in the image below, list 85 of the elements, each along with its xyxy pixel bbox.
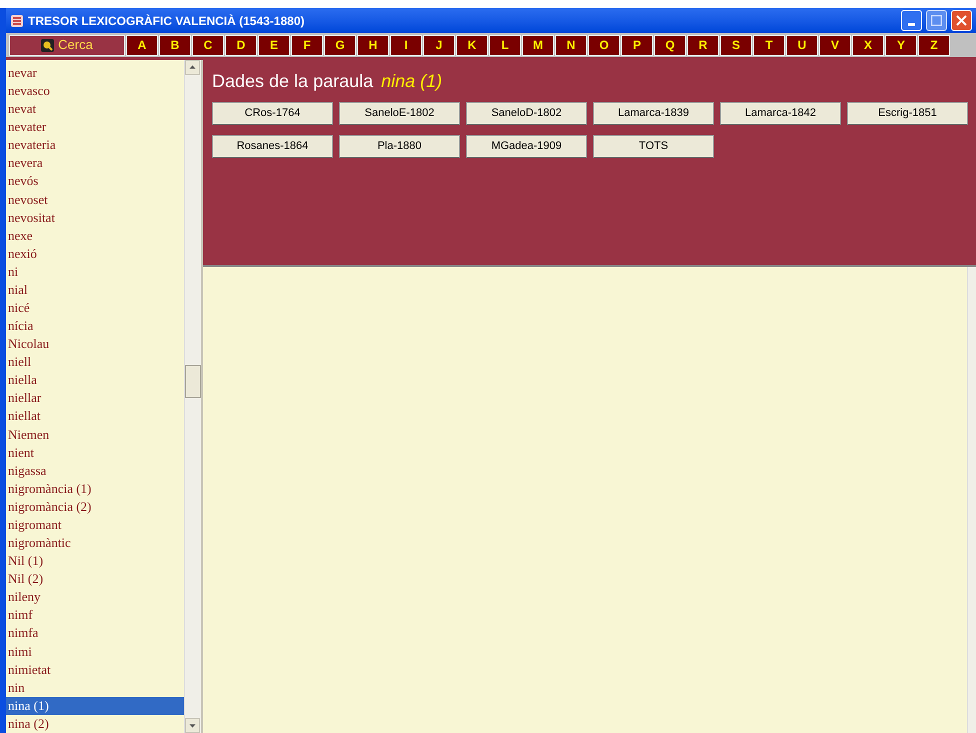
word-list-item[interactable]: niellar xyxy=(6,389,184,408)
letter-button[interactable]: U xyxy=(786,34,818,56)
word-list-item[interactable]: nimi xyxy=(6,642,184,661)
search-button[interactable]: Cerca xyxy=(9,34,125,56)
word-list-item[interactable]: ni xyxy=(6,262,184,281)
word-list-item[interactable]: nimf xyxy=(6,606,184,624)
word-list-item[interactable]: nevositat xyxy=(6,208,184,227)
letter-button[interactable]: F xyxy=(291,34,323,56)
word-list-item[interactable]: niell xyxy=(6,353,184,372)
word-list-item[interactable]: nexió xyxy=(6,244,184,263)
word-list-item[interactable]: nigromància (1) xyxy=(6,480,184,498)
word-list-item[interactable]: nevera xyxy=(6,154,184,172)
word-list-item[interactable]: Nil (2) xyxy=(6,570,184,588)
close-button[interactable] xyxy=(951,10,972,31)
selected-word: nina (1) xyxy=(381,70,442,93)
detail-heading: Dades de la paraula xyxy=(212,70,374,93)
word-list-item[interactable]: nin xyxy=(6,678,184,697)
word-list-item[interactable]: nevoset xyxy=(6,190,184,209)
source-button[interactable]: TOTS xyxy=(593,135,714,158)
letter-button[interactable]: B xyxy=(159,34,191,56)
letter-button[interactable]: K xyxy=(456,34,488,56)
letter-button[interactable]: D xyxy=(225,34,257,56)
word-list-item[interactable]: nevater xyxy=(6,118,184,136)
word-list-item[interactable]: nigromàntic xyxy=(6,534,184,552)
source-button[interactable]: SaneloE-1802 xyxy=(339,102,460,125)
letter-button[interactable]: Y xyxy=(885,34,917,56)
word-list-item[interactable]: nigromància (2) xyxy=(6,498,184,516)
minimize-button[interactable] xyxy=(901,10,922,31)
letter-button[interactable]: T xyxy=(753,34,785,56)
maximize-button[interactable] xyxy=(926,10,947,31)
app-icon xyxy=(10,14,24,28)
letter-button[interactable]: M xyxy=(522,34,554,56)
letter-button[interactable]: N xyxy=(555,34,587,56)
word-list-item[interactable]: nícia xyxy=(6,317,184,336)
word-list-item[interactable]: nevós xyxy=(6,172,184,191)
letter-button[interactable]: V xyxy=(819,34,851,56)
word-list-item[interactable]: Nil (1) xyxy=(6,552,184,570)
letter-button[interactable]: P xyxy=(621,34,653,56)
source-button[interactable]: Lamarca-1839 xyxy=(593,102,714,125)
letter-button[interactable]: C xyxy=(192,34,224,56)
source-button[interactable]: Rosanes-1864 xyxy=(212,135,333,158)
letter-button[interactable]: A xyxy=(126,34,158,56)
letter-button[interactable]: I xyxy=(390,34,422,56)
letter-button[interactable]: J xyxy=(423,34,455,56)
word-list-item[interactable]: nimfa xyxy=(6,624,184,642)
source-button[interactable]: Escrig-1851 xyxy=(847,102,968,125)
letter-button[interactable]: Z xyxy=(918,34,950,56)
letter-button[interactable]: E xyxy=(258,34,290,56)
word-list-item[interactable]: nient xyxy=(6,444,184,462)
minimize-icon xyxy=(908,23,915,26)
letter-button[interactable]: S xyxy=(720,34,752,56)
word-list-item[interactable]: nevar xyxy=(6,64,184,82)
source-button[interactable]: SaneloD-1802 xyxy=(466,102,587,125)
word-list-item[interactable]: nevateria xyxy=(6,136,184,154)
letter-button[interactable]: L xyxy=(489,34,521,56)
close-icon xyxy=(956,15,967,26)
word-list-item[interactable]: niella xyxy=(6,371,184,390)
word-list-item[interactable]: nina (1) xyxy=(6,696,184,715)
letter-button[interactable]: H xyxy=(357,34,389,56)
source-button[interactable]: Lamarca-1842 xyxy=(720,102,841,125)
word-list-item[interactable]: nexe xyxy=(6,226,184,245)
source-button[interactable]: MGadea-1909 xyxy=(466,135,587,158)
search-icon xyxy=(41,38,54,52)
word-list-item[interactable]: nigromant xyxy=(6,516,184,534)
letter-button[interactable]: G xyxy=(324,34,356,56)
maximize-icon xyxy=(931,15,942,26)
word-list-item[interactable]: Niemen xyxy=(6,426,184,444)
word-list-item[interactable]: nicé xyxy=(6,299,184,318)
letter-button[interactable]: O xyxy=(588,34,620,56)
scroll-thumb[interactable] xyxy=(185,365,201,398)
word-list-item[interactable]: nevat xyxy=(6,100,184,118)
word-list-item[interactable]: nial xyxy=(6,280,184,300)
word-list-item[interactable]: Nicolau xyxy=(6,335,184,354)
source-button[interactable]: CRos-1764 xyxy=(212,102,333,125)
word-list-item[interactable]: nileny xyxy=(6,588,184,606)
word-list-item[interactable]: nigassa xyxy=(6,462,184,480)
letter-button[interactable]: R xyxy=(687,34,719,56)
word-list-item[interactable]: nimietat xyxy=(6,660,184,679)
letter-button[interactable]: X xyxy=(852,34,884,56)
word-list-item[interactable]: nevasco xyxy=(6,82,184,100)
letter-button[interactable]: Q xyxy=(654,34,686,56)
window-title: TRESOR LEXICOGRÀFIC VALENCIÀ (1543-1880) xyxy=(28,12,304,30)
word-list-item[interactable]: nina (2) xyxy=(6,714,184,733)
word-list-item[interactable]: niellat xyxy=(6,407,184,426)
source-button[interactable]: Pla-1880 xyxy=(339,135,460,158)
